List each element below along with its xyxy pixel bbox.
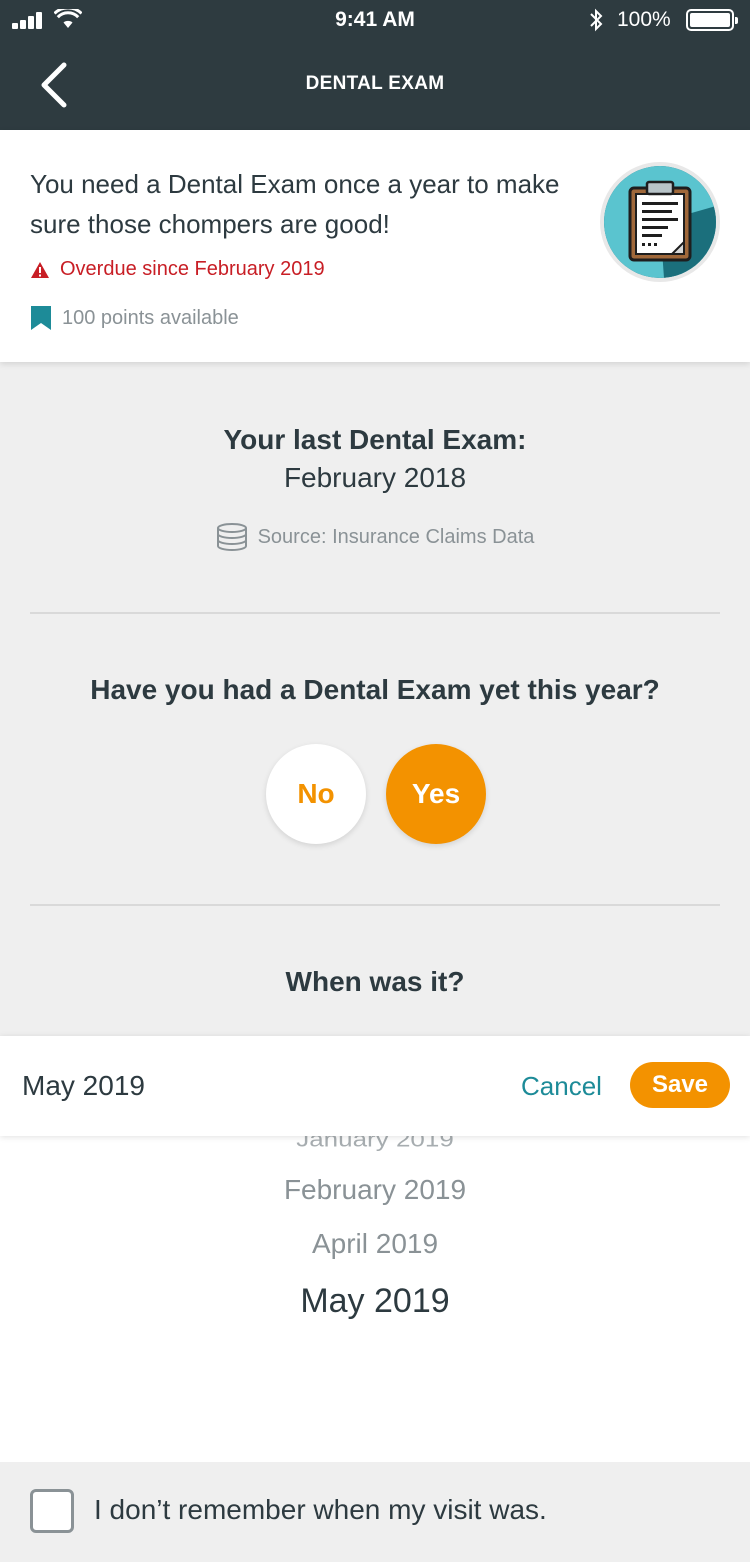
clipboard-avatar	[600, 162, 720, 282]
month-picker-wheel[interactable]: January 2019 February 2019 April 2019 Ma…	[0, 1136, 750, 1462]
status-bar: 9:41 AM 100%	[0, 0, 750, 40]
data-source: Source: Insurance Claims Data	[0, 523, 750, 551]
divider	[30, 904, 720, 906]
top-bar: 9:41 AM 100% DENTAL EXAM	[0, 0, 750, 130]
no-button[interactable]: No	[266, 744, 366, 844]
picker-option[interactable]: February 2019	[0, 1174, 750, 1206]
dont-remember-label[interactable]: I don’t remember when my visit was.	[94, 1494, 547, 1526]
cancel-button[interactable]: Cancel	[521, 1071, 602, 1102]
picker-option[interactable]: April 2019	[0, 1228, 750, 1260]
source-text: Source: Insurance Claims Data	[257, 525, 535, 548]
points-info: 100 points available	[30, 305, 239, 331]
picker-option-selected[interactable]: May 2019	[0, 1282, 750, 1321]
picker-option[interactable]: January 2019	[0, 1136, 750, 1152]
bookmark-icon	[31, 306, 51, 330]
exam-question: Have you had a Dental Exam yet this year…	[90, 674, 660, 705]
clipboard-icon	[604, 166, 716, 278]
dont-remember-checkbox[interactable]	[30, 1489, 74, 1533]
overdue-status: Overdue since February 2019	[30, 258, 325, 281]
last-exam-title: Your last Dental Exam:	[223, 424, 527, 455]
divider	[30, 612, 720, 614]
points-text: 100 points available	[62, 306, 239, 329]
last-exam-date: February 2018	[283, 462, 467, 493]
bluetooth-icon	[590, 8, 603, 32]
picker-selected-value[interactable]: May 2019	[22, 1070, 145, 1102]
dont-remember-row: I don’t remember when my visit was.	[0, 1462, 750, 1562]
battery-icon	[686, 9, 738, 31]
overdue-text: Overdue since February 2019	[60, 258, 325, 280]
battery-percent: 100%	[617, 8, 671, 31]
date-picker-toolbar: May 2019 Cancel Save	[0, 1036, 750, 1136]
page-title: DENTAL EXAM	[305, 73, 445, 94]
save-button[interactable]: Save	[630, 1062, 730, 1108]
when-question: When was it?	[285, 966, 465, 997]
card-message: You need a Dental Exam once a year to ma…	[30, 169, 560, 239]
database-icon	[216, 523, 247, 551]
yes-button[interactable]: Yes	[386, 744, 486, 844]
warning-icon	[31, 261, 49, 278]
